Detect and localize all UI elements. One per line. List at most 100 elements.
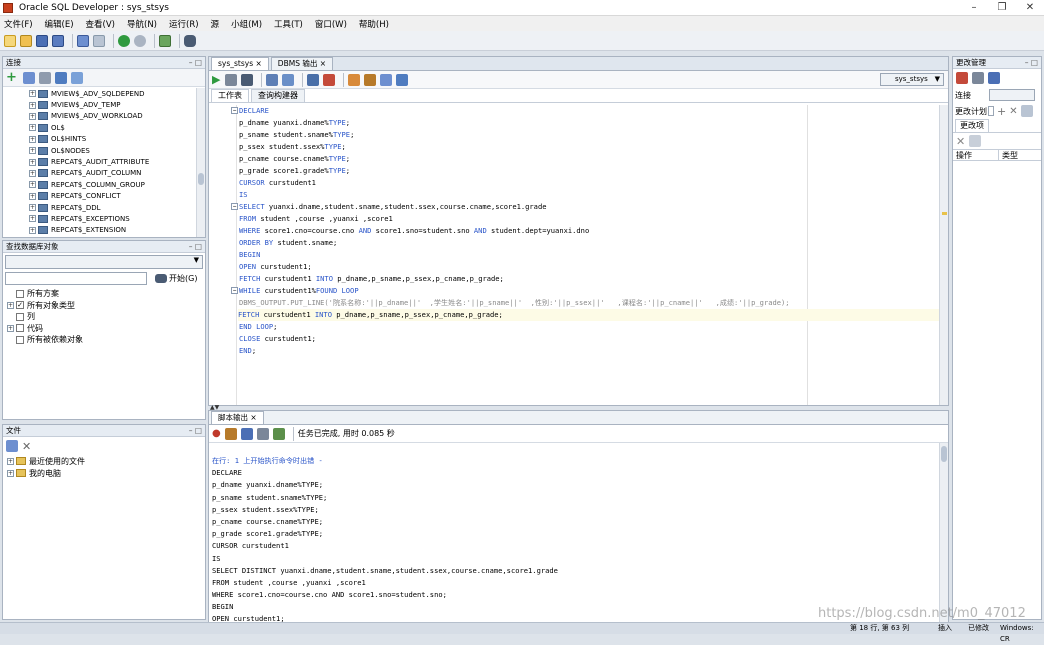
- tab-script-output[interactable]: 脚本输出 ×: [211, 411, 264, 424]
- checkbox[interactable]: [16, 324, 24, 333]
- start-search-button[interactable]: 开始(G): [155, 273, 197, 284]
- forward-icon[interactable]: [134, 34, 146, 47]
- expand-icon[interactable]: +: [29, 135, 36, 143]
- tree-item-table[interactable]: + MVIEW$_ADV_SQLDEPEND: [29, 88, 149, 99]
- output-scrollbar[interactable]: [939, 443, 948, 631]
- commit-icon[interactable]: [241, 73, 254, 86]
- open-icon[interactable]: [20, 34, 32, 47]
- code-line[interactable]: FROM student ,course ,yuanxi ,score1: [239, 213, 393, 225]
- code-line[interactable]: SELECT yuanxi.dname,student.sname,studen…: [239, 201, 547, 213]
- explain-plan-icon[interactable]: [266, 73, 279, 86]
- minimize-button[interactable]: –: [960, 0, 988, 16]
- run-statement-icon[interactable]: ▶: [212, 73, 220, 86]
- delete-icon[interactable]: ✕: [1009, 106, 1017, 117]
- column-operation[interactable]: 操作: [953, 150, 999, 160]
- tree-item-table[interactable]: + REPCAT$_COLUMN_GROUP: [29, 179, 149, 190]
- cm-connection-select[interactable]: [989, 89, 1035, 101]
- refresh-icon[interactable]: [6, 440, 18, 452]
- code-line[interactable]: DBMS_OUTPUT.PUT_LINE('院系名称:'||p_dname||'…: [239, 297, 790, 309]
- undo-icon[interactable]: [77, 34, 89, 47]
- fold-icon[interactable]: −: [231, 203, 238, 210]
- code-line[interactable]: END LOOP;: [239, 321, 277, 333]
- menu-tools[interactable]: 工具(T): [274, 18, 303, 30]
- autotrace-icon[interactable]: [282, 73, 295, 86]
- checkbox[interactable]: ✓: [16, 301, 24, 310]
- checkbox[interactable]: [16, 312, 24, 321]
- code-line[interactable]: IS: [239, 189, 248, 201]
- panel-controls-icon[interactable]: – □: [189, 425, 202, 436]
- format-icon[interactable]: [396, 73, 409, 86]
- pin-icon[interactable]: ●: [212, 428, 221, 439]
- menu-edit[interactable]: 编辑(E): [45, 18, 74, 30]
- tree-item-recent-files[interactable]: + 最近使用的文件: [7, 455, 205, 467]
- code-line[interactable]: p_grade score1.grade%TYPE;: [239, 165, 350, 177]
- menu-team[interactable]: 小组(M): [231, 18, 262, 30]
- history-icon[interactable]: [380, 73, 393, 86]
- panel-controls-icon[interactable]: – □: [189, 57, 202, 68]
- close-icon[interactable]: ×: [256, 59, 262, 68]
- code-line[interactable]: FETCH curstudent1 INTO p_dname,p_sname,p…: [239, 273, 504, 285]
- expand-icon[interactable]: +: [29, 158, 36, 166]
- code-line[interactable]: WHILE curstudent1%FOUND LOOP: [239, 285, 359, 297]
- tree-item-table[interactable]: + MVIEW$_ADV_TEMP: [29, 99, 149, 110]
- tab-dbms-output[interactable]: DBMS 输出 ×: [270, 57, 334, 70]
- code-line[interactable]: ORDER BY student.sname;: [239, 237, 337, 249]
- expand-icon[interactable]: +: [29, 192, 36, 200]
- tab-change-items[interactable]: 更改项: [955, 119, 989, 132]
- column-type[interactable]: 类型: [999, 150, 1018, 160]
- migration-icon[interactable]: [159, 34, 171, 47]
- menu-help[interactable]: 帮助(H): [359, 18, 389, 30]
- code-line[interactable]: p_ssex student.ssex%TYPE;: [239, 141, 346, 153]
- run-script-icon[interactable]: [225, 73, 238, 86]
- filter-icon[interactable]: [38, 71, 51, 84]
- cancel-icon[interactable]: [323, 73, 336, 86]
- object-type-item[interactable]: 列: [7, 311, 205, 323]
- save-icon[interactable]: [36, 34, 48, 47]
- sql-tuning-icon[interactable]: [348, 73, 361, 86]
- subtab-query-builder[interactable]: 查询构建器: [251, 89, 305, 102]
- browser-icon[interactable]: [70, 71, 83, 84]
- panel-controls-icon[interactable]: – □: [189, 241, 202, 252]
- tree-item-table[interactable]: + REPCAT$_AUDIT_ATTRIBUTE: [29, 156, 149, 167]
- code-line[interactable]: p_cname course.cname%TYPE;: [239, 153, 350, 165]
- tree-item-table[interactable]: + REPCAT$_EXTENSION: [29, 225, 149, 236]
- fold-icon[interactable]: −: [231, 287, 238, 294]
- tree-item-table[interactable]: + OL$: [29, 122, 149, 133]
- save-all-icon[interactable]: [52, 34, 64, 47]
- paste-icon[interactable]: [988, 72, 1000, 84]
- change-plan-icon[interactable]: [956, 72, 968, 84]
- subtab-worksheet[interactable]: 工作表: [211, 89, 249, 102]
- delete-icon[interactable]: ✕: [956, 135, 965, 148]
- tree-item-table[interactable]: + REPCAT$_EXCEPTIONS: [29, 213, 149, 224]
- copy-icon[interactable]: [972, 72, 984, 84]
- expand-icon[interactable]: +: [29, 101, 36, 109]
- connection-select[interactable]: sys_stsys ▼: [880, 73, 944, 86]
- print-icon[interactable]: [256, 427, 269, 440]
- eraser-icon[interactable]: [364, 73, 377, 86]
- code-line[interactable]: END;: [239, 345, 256, 357]
- tree-item-my-computer[interactable]: + 我的电脑: [7, 467, 205, 479]
- fold-icon[interactable]: −: [231, 107, 238, 114]
- tree-item-table[interactable]: + OL$NODES: [29, 145, 149, 156]
- checkbox[interactable]: [16, 335, 24, 344]
- redo-icon[interactable]: [93, 34, 105, 47]
- search-input[interactable]: [5, 272, 147, 285]
- edit-icon[interactable]: [1020, 105, 1033, 117]
- rollback-icon[interactable]: [307, 73, 320, 86]
- panel-controls-icon[interactable]: – □: [1025, 57, 1038, 68]
- expand-icon[interactable]: +: [7, 301, 14, 309]
- refresh-icon[interactable]: [22, 71, 35, 84]
- add-connection-icon[interactable]: +: [6, 70, 17, 85]
- code-line[interactable]: p_dname yuanxi.dname%TYPE;: [239, 117, 350, 129]
- add-icon[interactable]: +: [997, 105, 1006, 118]
- code-line[interactable]: WHERE score1.cno=course.cno AND score1.s…: [239, 225, 589, 237]
- expand-icon[interactable]: +: [29, 90, 36, 98]
- code-editor[interactable]: DECLARE − p_dname yuanxi.dname%TYPE; p_snam…: [209, 105, 948, 405]
- tab-worksheet[interactable]: sys_stsys ×: [211, 57, 269, 70]
- back-icon[interactable]: [118, 34, 130, 47]
- eraser-icon[interactable]: [224, 427, 237, 440]
- expand-icon[interactable]: +: [29, 169, 36, 177]
- code-line[interactable]: DECLARE: [239, 105, 269, 117]
- refresh-icon[interactable]: [969, 135, 982, 147]
- menu-view[interactable]: 查看(V): [86, 18, 115, 30]
